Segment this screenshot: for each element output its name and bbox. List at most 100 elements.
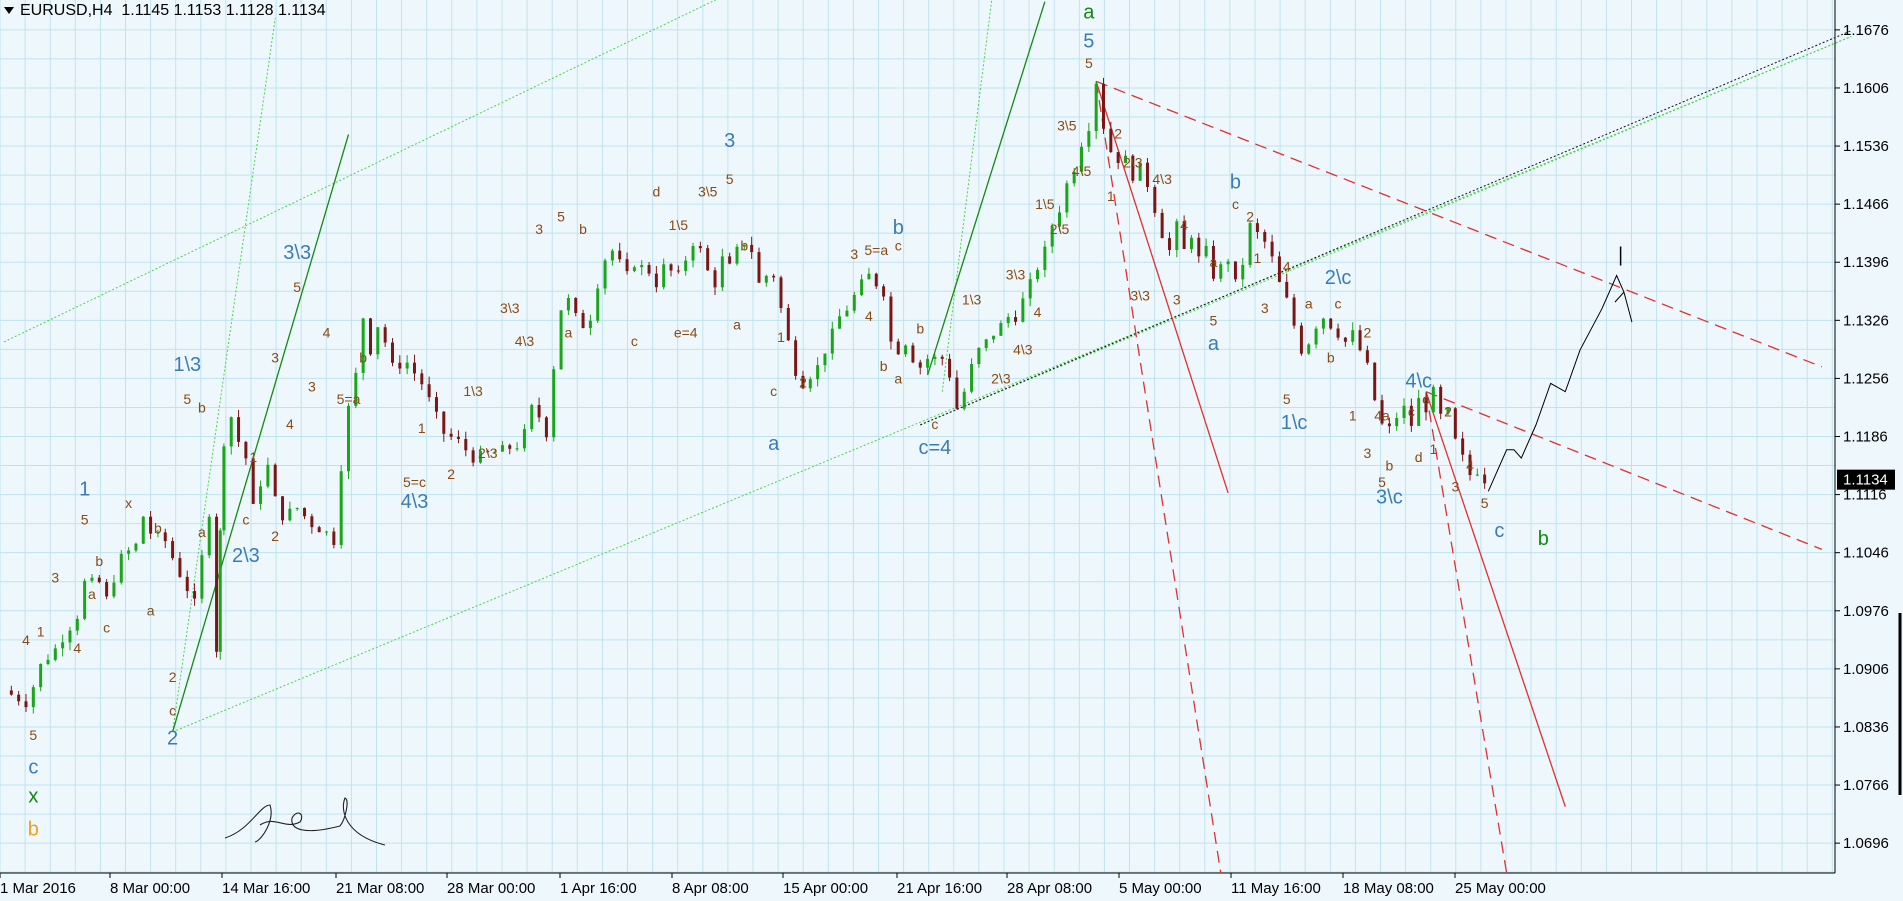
candle-body	[559, 310, 563, 370]
candle-body	[193, 591, 197, 599]
wave-label: 4\c	[1405, 371, 1432, 393]
candle-body	[237, 417, 241, 442]
candle-body	[962, 391, 966, 409]
wave-label: 2\3	[1123, 155, 1143, 171]
wave-label: 3\3	[283, 242, 311, 264]
collapse-triangle-icon[interactable]	[4, 7, 14, 15]
candle-body	[1094, 83, 1098, 132]
wave-label: b	[579, 221, 587, 237]
candle-body	[215, 516, 219, 652]
wave-label: c	[1408, 404, 1415, 420]
price-chart[interactable]: 1.1676 1.1606 1.1536 1.1466 1.1396 1.1326 1.12…	[0, 0, 1903, 901]
candle-body	[948, 358, 952, 378]
wave-label: b	[880, 358, 888, 374]
candle-body	[1351, 330, 1355, 342]
wave-label: 3	[1261, 300, 1269, 316]
wave-label: 5	[29, 727, 37, 743]
candle-body	[918, 362, 922, 368]
x-tick-label: 25 May 00:00	[1455, 880, 1546, 897]
y-tick-label: 1.1536	[1843, 138, 1889, 155]
candle-body	[9, 690, 13, 695]
wave-label: 3	[1363, 445, 1371, 461]
wave-label: a	[768, 433, 780, 455]
wave-label: 5	[557, 209, 565, 225]
candle-body	[376, 327, 380, 355]
candle-body	[339, 471, 343, 545]
candle-body	[698, 246, 702, 249]
candle-body	[31, 687, 35, 708]
candle-body	[537, 404, 541, 418]
candle-body	[852, 294, 856, 311]
candle-body	[1204, 245, 1208, 257]
candle-body	[456, 436, 460, 439]
symbol-label: EURUSD,H4	[20, 2, 113, 19]
wave-label: 3\5	[698, 184, 718, 200]
wave-label: c	[631, 333, 638, 349]
y-tick-label: 1.0766	[1843, 777, 1889, 794]
wave-label: 3	[1451, 478, 1459, 494]
candle-body	[68, 630, 72, 643]
candle-body	[303, 507, 307, 517]
x-tick-label: 1 Mar 2016	[0, 880, 76, 897]
wave-label: a	[1083, 1, 1095, 23]
candle-body	[17, 694, 21, 702]
chart: 1.1676 1.1606 1.1536 1.1466 1.1396 1.1326 1.12…	[0, 0, 1903, 901]
candle-body	[405, 362, 409, 369]
candle-body	[171, 541, 175, 559]
x-tick-label: 14 Mar 16:00	[222, 880, 310, 897]
candle-body	[427, 384, 431, 398]
wave-label: 1	[777, 329, 785, 345]
candle-body	[581, 313, 585, 329]
wave-label: 2	[169, 669, 177, 685]
candle-body	[1321, 318, 1325, 329]
wave-label: c	[770, 383, 777, 399]
candle-body	[816, 365, 820, 380]
candle-body	[772, 275, 776, 278]
wave-label: 5	[81, 511, 89, 527]
candle-body	[1285, 281, 1289, 298]
candle-body	[420, 373, 424, 385]
candle-body	[1219, 264, 1223, 279]
wave-label: c	[1494, 520, 1504, 542]
y-tick-label: 1.1186	[1843, 429, 1888, 446]
y-tick-label: 1.0696	[1843, 835, 1889, 852]
y-tick-label: 1.1396	[1843, 254, 1889, 271]
wave-label: b	[1327, 350, 1335, 366]
candle-body	[1402, 405, 1406, 419]
candle-body	[97, 577, 101, 583]
y-tick-label: 1.1046	[1843, 545, 1889, 562]
candle-body	[390, 342, 394, 363]
x-tick-label: 8 Apr 08:00	[672, 880, 749, 897]
candle-body	[955, 377, 959, 409]
wave-label: 5	[1083, 30, 1094, 52]
chart-background	[0, 0, 1903, 901]
candle-body	[178, 558, 182, 577]
candle-body	[1233, 261, 1237, 280]
x-tick-label: 15 Apr 00:00	[783, 880, 868, 897]
candle-body	[574, 297, 578, 314]
candle-body	[735, 246, 739, 264]
candle-body	[1417, 397, 1421, 426]
candle-body	[1277, 256, 1281, 282]
wave-label: b	[916, 321, 924, 337]
candle-body	[1145, 162, 1149, 187]
wave-label: 5=a	[864, 242, 888, 258]
wave-label: 2	[1444, 404, 1452, 420]
candle-body	[713, 270, 717, 288]
x-tick-label: 5 May 00:00	[1119, 880, 1202, 897]
wave-label: 3\3	[1006, 267, 1026, 283]
wave-label: 3\5	[1057, 117, 1077, 133]
candle-body	[119, 553, 123, 583]
wave-label: b	[893, 217, 904, 239]
wave-label: 4	[1466, 458, 1474, 474]
candle-body	[1475, 474, 1479, 476]
candle-body	[1329, 318, 1333, 329]
candle-body	[632, 267, 636, 272]
candle-body	[127, 550, 131, 554]
y-tick-label: 1.1676	[1843, 22, 1889, 39]
candle-body	[1087, 131, 1091, 147]
wave-label: 3	[308, 379, 316, 395]
wave-label: 4	[1034, 304, 1042, 320]
wave-label: 1\3	[173, 354, 201, 376]
candle-body	[882, 286, 886, 297]
